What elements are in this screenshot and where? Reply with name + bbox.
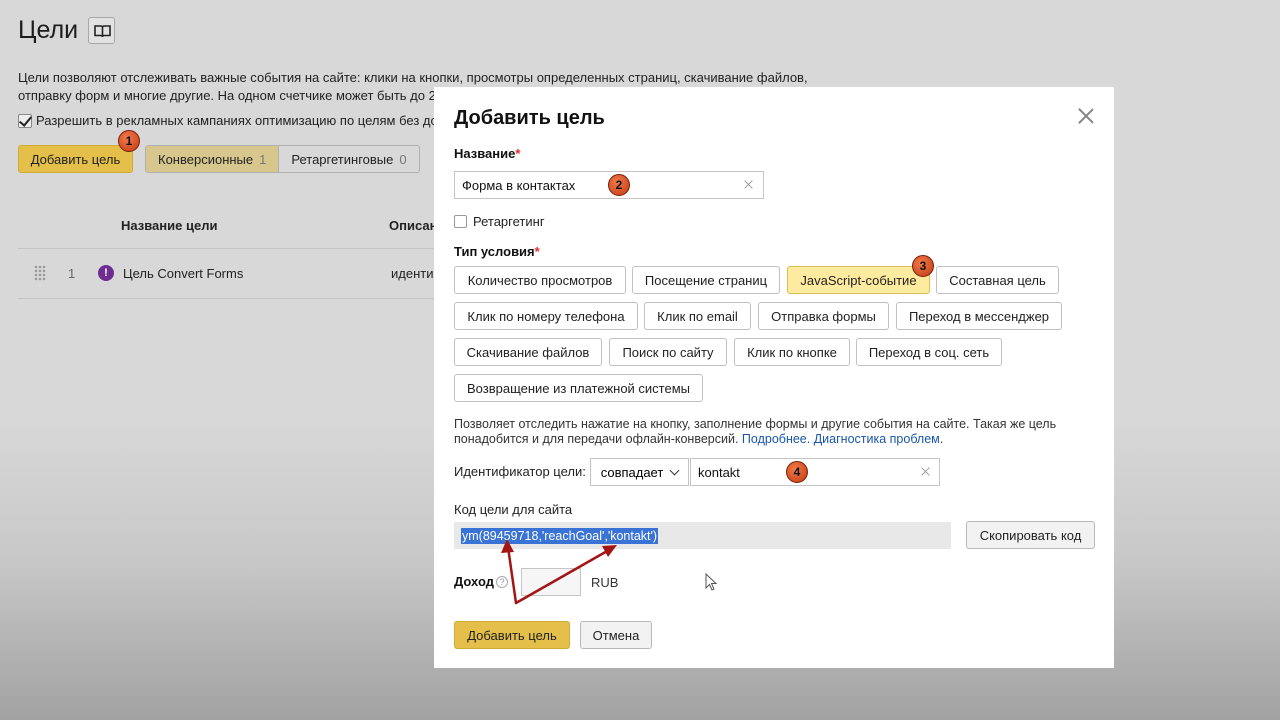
page-title: Цели (18, 16, 79, 44)
match-select-value: совпадает (600, 464, 664, 480)
annotation-badge-4: 4 (786, 461, 808, 483)
add-goal-button[interactable]: Добавить цель (18, 145, 133, 173)
chevron-down-icon (669, 465, 680, 475)
row-index: 1 (68, 266, 76, 281)
book-icon (94, 25, 111, 38)
help-icon[interactable]: ? (495, 575, 508, 588)
tab-retargeting-label: Ретаргетинговые (291, 151, 394, 167)
condition-button-click[interactable]: Клик по кнопке (734, 338, 850, 366)
arrow-to-counter-id (506, 545, 518, 605)
table-divider (18, 248, 438, 249)
condition-info-text: Позволяет отследить нажатие на кнопку, з… (454, 417, 1094, 447)
allow-optimization-label: Разрешить в рекламных кампаниях оптимиза… (36, 113, 438, 128)
identifier-label: Идентификатор цели: (454, 464, 586, 479)
allow-optimization-checkbox[interactable] (18, 113, 32, 128)
income-input[interactable] (521, 568, 581, 596)
condition-composite[interactable]: Составная цель (936, 266, 1059, 294)
code-label: Код цели для сайта (454, 502, 573, 517)
close-icon[interactable] (1076, 106, 1096, 126)
clear-identifier-icon[interactable] (921, 466, 931, 476)
retargeting-label: Ретаргетинг (473, 214, 545, 229)
clear-name-icon[interactable] (744, 179, 754, 189)
condition-views[interactable]: Количество просмотров (454, 266, 626, 294)
goal-type-tabs: Конверсионные 1 Ретаргетинговые 0 (145, 145, 420, 173)
copy-code-button[interactable]: Скопировать код (966, 521, 1095, 549)
match-select[interactable]: совпадает (590, 458, 689, 486)
annotation-badge-3: 3 (912, 255, 934, 277)
annotation-badge-2: 2 (608, 174, 630, 196)
goal-name-link[interactable]: Цель Convert Forms (123, 266, 243, 281)
annotation-badge-1: 1 (118, 130, 140, 152)
warning-icon: ! (98, 265, 114, 281)
income-label: Доход (454, 574, 494, 589)
condition-javascript-event[interactable]: JavaScript-событие (787, 266, 930, 294)
condition-social[interactable]: Переход в соц. сеть (856, 338, 1002, 366)
identifier-input[interactable]: kontakt (690, 458, 940, 486)
code-value: ym(89459718,'reachGoal','kontakt') (461, 527, 659, 544)
condition-form-submit[interactable]: Отправка формы (758, 302, 889, 330)
cancel-button[interactable]: Отмена (580, 621, 652, 649)
condition-type-text: Тип условия (454, 244, 535, 259)
name-label: Название* (454, 146, 520, 161)
help-book-button[interactable] (88, 17, 115, 44)
required-mark: * (515, 146, 521, 161)
info-end: . (939, 432, 944, 446)
required-mark: * (534, 244, 540, 259)
currency-label: RUB (591, 575, 619, 590)
more-link[interactable]: Подробнее. (742, 432, 810, 446)
tab-conversion-count: 1 (259, 151, 267, 167)
mouse-cursor-icon (705, 573, 718, 591)
condition-site-search[interactable]: Поиск по сайту (609, 338, 727, 366)
income-label-row: Доход ? (454, 574, 508, 589)
condition-page-visit[interactable]: Посещение страниц (632, 266, 780, 294)
retargeting-row[interactable]: Ретаргетинг (454, 214, 545, 229)
tab-retargeting[interactable]: Ретаргетинговые 0 (278, 146, 418, 172)
allow-optimization-row[interactable]: Разрешить в рекламных кампаниях оптимиза… (18, 113, 438, 128)
modal-title: Добавить цель (454, 107, 605, 129)
condition-phone-click[interactable]: Клик по номеру телефона (454, 302, 638, 330)
name-label-text: Название (454, 146, 516, 161)
retargeting-checkbox[interactable] (454, 215, 467, 228)
condition-email-click[interactable]: Клик по email (644, 302, 751, 330)
tab-conversion-label: Конверсионные (158, 151, 254, 167)
condition-file-download[interactable]: Скачивание файлов (454, 338, 602, 366)
tab-conversion[interactable]: Конверсионные 1 (146, 146, 279, 172)
drag-handle-icon[interactable] (34, 265, 46, 281)
table-divider-bottom (18, 298, 438, 299)
add-goal-modal: Добавить цель Название* Форма в контакта… (434, 87, 1114, 668)
submit-add-goal-button[interactable]: Добавить цель (454, 621, 570, 649)
column-header-description: Описан (389, 218, 438, 233)
code-field[interactable]: ym(89459718,'reachGoal','kontakt') (454, 522, 951, 549)
goal-description: иденти (391, 266, 434, 281)
tab-retargeting-count: 0 (399, 151, 407, 167)
condition-messenger[interactable]: Переход в мессенджер (896, 302, 1062, 330)
column-header-name: Название цели (121, 218, 218, 233)
identifier-value: kontakt (698, 464, 740, 480)
condition-type-label: Тип условия* (454, 244, 540, 259)
condition-payment-return[interactable]: Возвращение из платежной системы (454, 374, 703, 402)
diagnostics-link[interactable]: Диагностика проблем (814, 432, 940, 446)
goal-name-value: Форма в контактах (462, 177, 576, 193)
